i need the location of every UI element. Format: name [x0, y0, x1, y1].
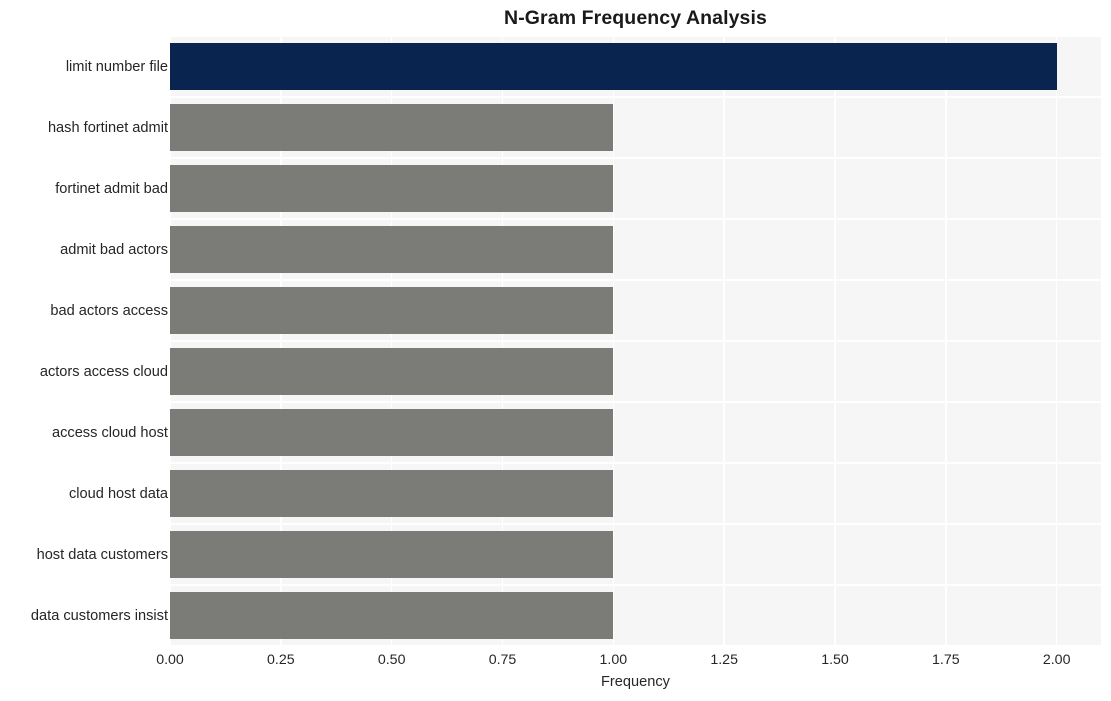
plot-area [170, 36, 1101, 646]
chart-figure: N-Gram Frequency Analysis limit number f… [0, 0, 1111, 701]
x-axis-tick-labels: 0.00 0.25 0.50 0.75 1.00 1.25 1.50 1.75 2.00 [0, 650, 1111, 672]
y-axis-tick-label: host data customers [36, 546, 168, 563]
bar[interactable] [170, 43, 1057, 90]
y-axis-tick-label: cloud host data [69, 485, 168, 502]
x-axis-tick-label: 0.00 [156, 652, 184, 668]
y-axis-tick-label: limit number file [65, 58, 168, 75]
y-axis-tick-label: actors access cloud [39, 363, 168, 380]
x-axis-tick-label: 0.25 [267, 652, 295, 668]
x-axis-tick-label: 1.25 [710, 652, 738, 668]
gridline-horizontal-2 [170, 157, 1101, 159]
gridline-horizontal-1 [170, 96, 1101, 98]
bar[interactable] [170, 531, 614, 578]
bar[interactable] [170, 348, 614, 395]
gridline-horizontal-3 [170, 218, 1101, 220]
y-axis-tick-label: bad actors access [50, 302, 168, 319]
x-axis-tick-label: 0.50 [377, 652, 406, 668]
x-axis-tick-label: 1.00 [599, 652, 628, 668]
gridline-horizontal-10 [170, 645, 1101, 646]
bar[interactable] [170, 165, 614, 212]
x-axis-tick-label: 0.75 [488, 652, 517, 668]
y-axis-tick-labels: limit number file hash fortinet admit fort… [0, 36, 168, 646]
y-axis-tick-label: hash fortinet admit [47, 119, 168, 136]
gridline-horizontal-8 [170, 523, 1101, 525]
bar[interactable] [170, 287, 614, 334]
y-axis-tick-label: fortinet admit bad [55, 180, 168, 197]
bar[interactable] [170, 470, 614, 517]
bar[interactable] [170, 592, 614, 639]
x-axis-tick-label: 1.75 [932, 652, 960, 668]
y-axis-tick-label: admit bad actors [60, 241, 168, 258]
gridline-horizontal-9 [170, 584, 1101, 586]
gridline-horizontal-7 [170, 462, 1101, 464]
bar[interactable] [170, 226, 614, 273]
x-axis-tick-label: 2.00 [1042, 652, 1071, 668]
gridline-horizontal-4 [170, 279, 1101, 281]
bar[interactable] [170, 409, 614, 456]
bar[interactable] [170, 104, 614, 151]
chart-title: N-Gram Frequency Analysis [504, 7, 767, 29]
x-axis-tick-label: 1.50 [821, 652, 849, 668]
gridline-horizontal-6 [170, 401, 1101, 403]
gridline-horizontal-0 [170, 36, 1101, 37]
x-axis-label: Frequency [601, 674, 670, 690]
y-axis-tick-label: data customers insist [30, 607, 168, 624]
y-axis-tick-label: access cloud host [51, 424, 168, 441]
gridline-horizontal-5 [170, 340, 1101, 342]
